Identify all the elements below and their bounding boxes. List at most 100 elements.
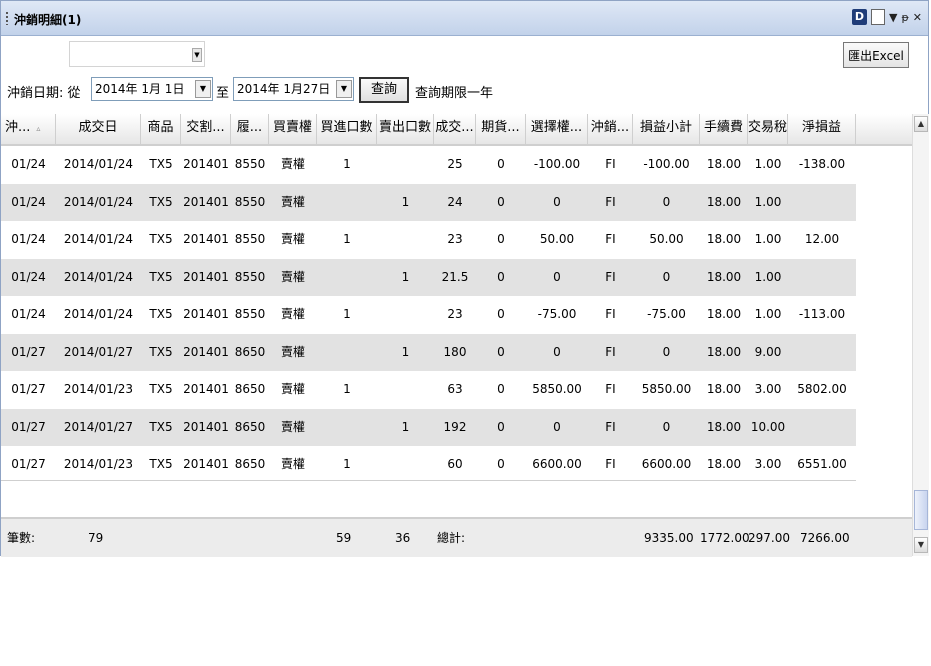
cell-pnl-subtotal: 6600.00 [641,457,692,471]
table-row[interactable]: 01/27 2014/01/27 TX5 201401 8650 賣權 1 192 0 0 FI 0 1… [1,408,856,446]
scroll-up-icon[interactable]: ▲ [914,116,928,132]
cell-delivery-month: 201401 [183,419,229,434]
column-header-trade-price[interactable]: 成交... [434,114,476,144]
scroll-down-icon[interactable]: ▼ [914,537,928,553]
cell-net-pnl [788,409,856,446]
document-icon[interactable] [870,9,885,25]
export-excel-button[interactable]: 匯出Excel [843,42,909,68]
cell-call-put: 賣權 [280,232,305,246]
cell-product: TX5 [149,194,173,209]
cell-offset-date: 01/24 [11,307,46,321]
window-title: 沖銷明細(1) [14,13,82,27]
cell-offset-type: FI [605,269,616,284]
close-icon[interactable]: ✕ [913,11,922,24]
column-header-buy-qty[interactable]: 買進口數 [317,114,377,144]
pin-icon[interactable]: ᵽ [901,11,908,24]
column-header-futures[interactable]: 期貨... [476,114,526,144]
table-row[interactable]: 01/27 2014/01/23 TX5 201401 8650 賣權 1 60 0 6600.0… [1,446,856,483]
column-header-sell-qty[interactable]: 賣出口數 [377,114,434,144]
chevron-down-icon[interactable]: ▼ [195,80,211,98]
d-logo-icon[interactable]: D [851,9,867,25]
column-header-offset-type[interactable]: 沖銷... [588,114,633,144]
column-header-call-put[interactable]: 買賣權 [269,114,317,144]
sort-asc-icon: ▵ [36,124,41,133]
cell-tax: 1.00 [754,232,782,246]
cell-tax: 1.00 [754,307,782,321]
column-header-trade-date[interactable]: 成交日 [56,114,141,144]
chevron-down-icon[interactable]: ▼ [192,48,202,62]
cell-tax: 10.00 [750,419,786,434]
cell-offset-type: FI [605,232,616,246]
column-header-net-pnl[interactable]: 淨損益 [788,114,856,144]
dropdown-icon[interactable]: ▼ [889,11,897,24]
cell-trade-price: 23 [447,232,463,246]
cell-sell-qty: 1 [401,194,410,209]
cell-strike: 8550 [234,157,266,171]
trade-table: 沖... ▵ 成交日 商品 交割... 履... 買賣權 買進口數 賣出口數 成交... 期貨...… [1,114,912,557]
cell-strike: 8650 [234,344,266,359]
cell-offset-date: 01/27 [11,457,46,471]
cell-call-put: 賣權 [280,457,305,471]
column-header-fee[interactable]: 手續費 [700,114,748,144]
from-date-picker[interactable]: 2014年 1月 1日 ▼ [91,77,213,101]
net-total: 7266.00 [800,531,850,545]
query-button[interactable]: 查詢 [359,77,409,103]
table-row[interactable]: 01/24 2014/01/24 TX5 201401 8550 賣權 1 23 0 50.00 F… [1,221,856,258]
cell-strike: 8550 [234,307,266,321]
drag-grip-icon[interactable] [6,12,8,25]
cell-tax: 9.00 [754,344,782,359]
cell-buy-qty [317,184,377,221]
cell-offset-type: FI [605,194,616,209]
chevron-down-icon[interactable]: ▼ [336,80,352,98]
cell-offset-type: FI [605,157,616,171]
table-row[interactable]: 01/24 2014/01/24 TX5 201401 8550 賣權 1 21.5 0 0 FI 0… [1,258,856,296]
account-select[interactable]: ▼ [69,41,205,67]
cell-pnl-subtotal: 0 [662,344,671,359]
cell-product: TX5 [149,157,173,171]
column-header-offset-date[interactable]: 沖... ▵ [1,114,56,144]
table-row[interactable]: 01/27 2014/01/27 TX5 201401 8650 賣權 1 180 0 0 FI 0 1… [1,333,856,371]
cell-strike: 8550 [234,269,266,284]
cell-fee: 18.00 [706,232,742,246]
cell-futures: 0 [497,232,505,246]
cell-offset-date: 01/27 [11,419,46,434]
table-row[interactable]: 01/24 2014/01/24 TX5 201401 8550 賣權 1 25 0 -100.0… [1,146,856,183]
column-header-tax[interactable]: 交易稅 [748,114,788,144]
table-row[interactable]: 01/24 2014/01/24 TX5 201401 8550 賣權 1 24 0 0 FI 0 18… [1,183,856,221]
cell-tax: 3.00 [754,382,782,396]
trade-offset-detail-window: 沖銷明細(1) D ▼ ᵽ ✕ ▼ 匯出Excel 沖銷日期: 從 2014年 … [0,0,929,557]
cell-option: 5850.00 [532,382,582,396]
column-header-pnl-subtotal[interactable]: 損益小計 [633,114,700,144]
cell-strike: 8650 [234,457,266,471]
vertical-scrollbar[interactable]: ▲ ▼ [912,114,929,556]
table-row[interactable]: 01/24 2014/01/24 TX5 201401 8550 賣權 1 23 0 -75.00… [1,296,856,333]
column-header-strike[interactable]: 履... [231,114,269,144]
count-label: 筆數: [7,531,36,545]
date-filter-bar: 沖銷日期: 從 2014年 1月 1日 ▼ 至 2014年 1月27日 ▼ 查詢… [1,77,601,103]
cell-buy-qty: 1 [343,232,351,246]
cell-pnl-subtotal: 5850.00 [641,382,692,396]
column-header-delivery-month[interactable]: 交割... [181,114,231,144]
column-header-product[interactable]: 商品 [141,114,181,144]
cell-offset-date: 01/24 [11,157,46,171]
cell-call-put: 賣權 [280,307,305,321]
cell-offset-type: FI [605,457,616,471]
date-range-label: 沖銷日期: 從 [7,86,81,101]
cell-option: -100.00 [533,157,581,171]
cell-buy-qty [317,259,377,296]
cell-product: TX5 [149,457,173,471]
to-date-value: 2014年 1月27日 [237,82,331,96]
cell-product: TX5 [149,232,173,246]
cell-sell-qty [377,296,434,333]
table-row[interactable]: 01/27 2014/01/23 TX5 201401 8650 賣權 1 63 0 5850.0… [1,371,856,408]
scroll-thumb[interactable] [914,490,928,530]
cell-trade-date: 2014/01/27 [63,419,134,434]
cell-net-pnl: -113.00 [798,307,846,321]
column-header-option[interactable]: 選擇權... [526,114,588,144]
query-hint: 查詢期限一年 [415,86,494,101]
cell-net-pnl: 12.00 [804,232,840,246]
cell-trade-date: 2014/01/27 [63,344,134,359]
to-date-picker[interactable]: 2014年 1月27日 ▼ [233,77,354,101]
cell-trade-date: 2014/01/23 [63,457,134,471]
cell-trade-price: 21.5 [441,269,469,284]
